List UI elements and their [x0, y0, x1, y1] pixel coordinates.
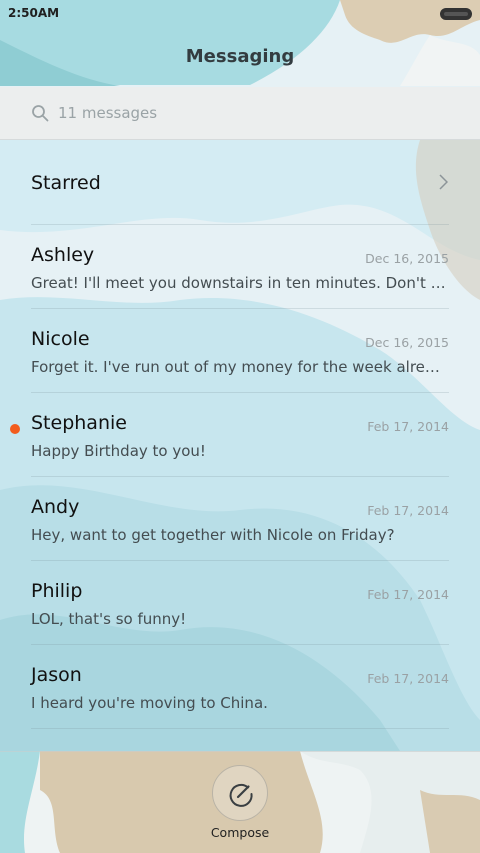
message-date: Feb 17, 2014: [367, 419, 449, 434]
compose-button[interactable]: [212, 765, 268, 821]
message-date: Feb 17, 2014: [367, 671, 449, 686]
search-bar[interactable]: 11 messages: [0, 87, 480, 140]
message-preview: Hey, want to get together with Nicole on…: [31, 526, 395, 544]
message-preview: Happy Birthday to you!: [31, 442, 206, 460]
contact-name: Ashley: [31, 244, 95, 266]
compose-icon: [229, 783, 253, 807]
message-date: Feb 17, 2014: [367, 503, 449, 518]
search-icon: [32, 105, 49, 122]
divider: [31, 728, 449, 729]
contact-name: Philip: [31, 580, 83, 602]
message-date: Dec 16, 2015: [365, 251, 449, 266]
compose-label: Compose: [210, 825, 270, 840]
starred-label: Starred: [31, 172, 101, 194]
contact-name: Nicole: [31, 328, 90, 350]
list-item[interactable]: Philip Feb 17, 2014 LOL, that's so funny…: [0, 560, 480, 644]
list-item[interactable]: Ashley Dec 16, 2015 Great! I'll meet you…: [0, 224, 480, 308]
message-date: Feb 17, 2014: [367, 587, 449, 602]
message-preview: LOL, that's so funny!: [31, 610, 187, 628]
list-item[interactable]: Stephanie Feb 17, 2014 Happy Birthday to…: [0, 392, 480, 476]
contact-name: Andy: [31, 496, 80, 518]
unread-indicator: [10, 424, 20, 434]
contact-name: Stephanie: [31, 412, 127, 434]
contact-name: Jason: [31, 664, 82, 686]
chevron-right-icon: [439, 174, 448, 190]
status-bar: 2:50AM: [0, 0, 480, 28]
list-item[interactable]: Nicole Dec 16, 2015 Forget it. I've run …: [0, 308, 480, 392]
message-preview: Great! I'll meet you downstairs in ten m…: [31, 274, 449, 292]
search-input[interactable]: 11 messages: [58, 104, 157, 122]
list-item[interactable]: Andy Feb 17, 2014 Hey, want to get toget…: [0, 476, 480, 560]
bottom-toolbar: Compose: [0, 751, 480, 853]
message-preview: I heard you're moving to China.: [31, 694, 268, 712]
battery-icon: [440, 8, 472, 20]
starred-row[interactable]: Starred: [0, 140, 480, 224]
page-title: Messaging: [185, 46, 295, 67]
list-item[interactable]: Jason Feb 17, 2014 I heard you're moving…: [0, 644, 480, 728]
message-preview: Forget it. I've run out of my money for …: [31, 358, 449, 376]
message-date: Dec 16, 2015: [365, 335, 449, 350]
status-time: 2:50AM: [8, 6, 60, 20]
conversation-list: Starred Ashley Dec 16, 2015 Great! I'll …: [0, 140, 480, 751]
